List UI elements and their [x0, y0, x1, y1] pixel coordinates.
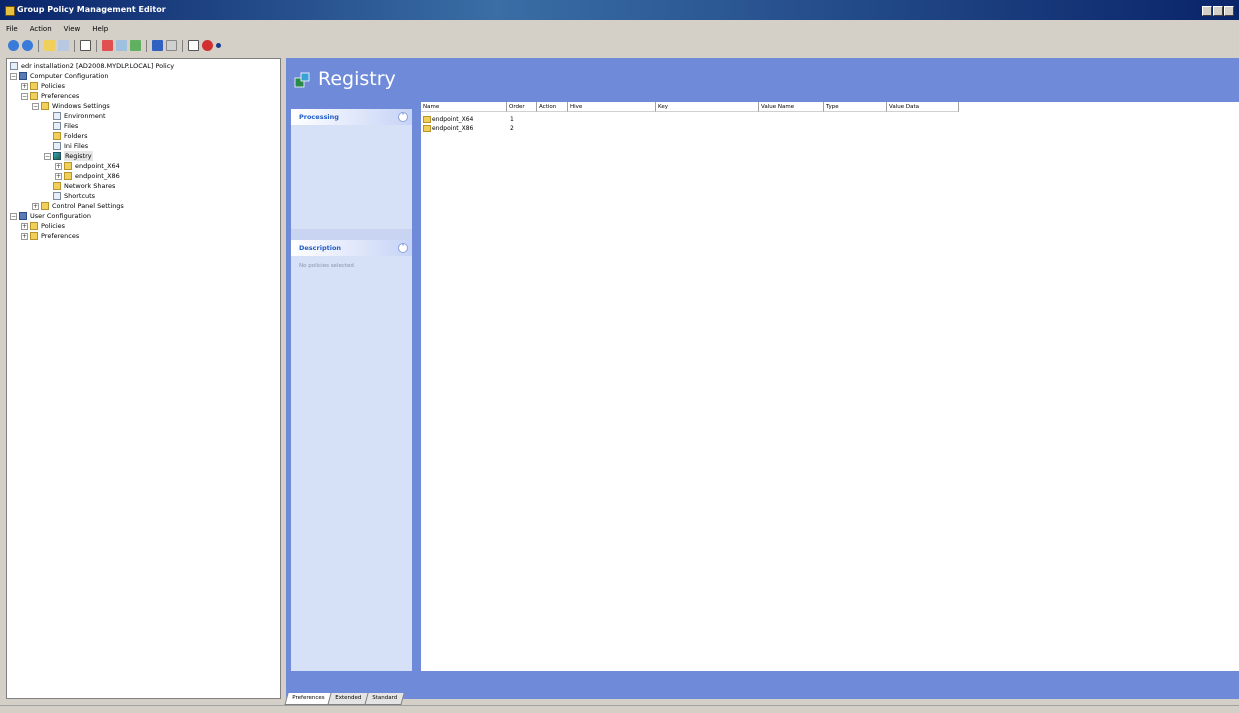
minimize-button[interactable] — [1202, 6, 1212, 16]
refresh-icon[interactable] — [130, 40, 141, 51]
column-header-value-data[interactable]: Value Data — [887, 102, 959, 112]
ini-file-icon — [53, 142, 61, 150]
expand-icon[interactable]: + — [21, 233, 28, 240]
chevron-up-icon[interactable]: ˄ — [398, 112, 408, 122]
registry-icon — [53, 152, 61, 160]
column-header-name[interactable]: Name — [421, 102, 507, 112]
tab-preferences[interactable]: Preferences — [284, 693, 332, 705]
console-tree[interactable]: edr installation2 [AD2008.MYDLP.LOCAL] P… — [6, 58, 281, 699]
toolbar-separator — [146, 39, 147, 52]
view-tabs: Preferences Extended Standard — [284, 693, 406, 705]
expand-icon[interactable]: + — [55, 173, 62, 180]
collapse-icon[interactable]: − — [21, 93, 28, 100]
stop-icon[interactable] — [202, 40, 213, 51]
app-icon — [5, 6, 15, 16]
folder-icon — [41, 102, 49, 110]
column-header-hive[interactable]: Hive — [568, 102, 656, 112]
toolbar — [0, 37, 1239, 54]
up-folder-icon[interactable] — [44, 40, 55, 51]
task-pane: Processing ˄ Description ˄ No policies s… — [291, 109, 412, 671]
environment-icon — [53, 112, 61, 120]
help-icon[interactable] — [152, 40, 163, 51]
window-title: Group Policy Management Editor — [17, 5, 166, 14]
add-icon[interactable] — [216, 43, 221, 48]
expand-icon[interactable]: + — [21, 83, 28, 90]
back-icon[interactable] — [8, 40, 19, 51]
processing-body — [291, 125, 412, 229]
column-header-order[interactable]: Order — [507, 102, 537, 112]
folder-icon — [30, 92, 38, 100]
description-section: Description ˄ No policies selected — [291, 240, 412, 671]
show-hide-tree-icon[interactable] — [58, 40, 69, 51]
folder-icon — [64, 162, 72, 170]
processing-section: Processing ˄ — [291, 109, 412, 229]
expand-icon[interactable]: + — [55, 163, 62, 170]
column-header-action[interactable]: Action — [537, 102, 568, 112]
details-pane: Registry Processing ˄ Description ˄ No p… — [286, 58, 1239, 699]
document-icon[interactable] — [188, 40, 199, 51]
expand-icon[interactable]: + — [32, 203, 39, 210]
description-title: Description — [299, 244, 342, 252]
properties-icon[interactable] — [116, 40, 127, 51]
files-icon — [53, 122, 61, 130]
folders-icon — [53, 132, 61, 140]
processing-title: Processing — [299, 113, 339, 121]
column-header-type[interactable]: Type — [824, 102, 887, 112]
collapse-icon[interactable]: − — [44, 153, 51, 160]
folder-icon — [41, 202, 49, 210]
list-item[interactable]: endpoint_X64 1 — [421, 115, 961, 124]
folder-icon — [30, 232, 38, 240]
close-button[interactable] — [1224, 6, 1234, 16]
folder-icon — [423, 116, 431, 123]
description-body: No policies selected — [291, 256, 412, 671]
forward-icon[interactable] — [22, 40, 33, 51]
view-icon[interactable] — [166, 40, 177, 51]
toolbar-separator — [38, 39, 39, 52]
maximize-button[interactable] — [1213, 6, 1223, 16]
column-header-key[interactable]: Key — [656, 102, 759, 112]
new-item-icon[interactable] — [80, 40, 91, 51]
collapse-icon[interactable]: − — [10, 213, 17, 220]
folder-icon — [30, 82, 38, 90]
toolbar-separator — [74, 39, 75, 52]
expand-icon[interactable]: + — [21, 223, 28, 230]
list-header: Name Order Action Hive Key Value Name Ty… — [421, 102, 961, 113]
network-share-icon — [53, 182, 61, 190]
user-icon — [19, 212, 27, 220]
collapse-icon[interactable]: − — [10, 73, 17, 80]
window-controls — [1202, 6, 1234, 16]
description-text: No policies selected — [299, 263, 354, 269]
menu-action[interactable]: Action — [24, 25, 58, 33]
processing-header[interactable]: Processing ˄ — [291, 109, 412, 125]
description-header[interactable]: Description ˄ — [291, 240, 412, 256]
registry-icon — [294, 72, 310, 88]
menu-file[interactable]: File — [0, 25, 24, 33]
tab-extended[interactable]: Extended — [327, 693, 370, 705]
toolbar-separator — [96, 39, 97, 52]
menu-help[interactable]: Help — [86, 25, 114, 33]
folder-icon — [423, 125, 431, 132]
page-title: Registry — [318, 68, 396, 90]
folder-icon — [30, 222, 38, 230]
computer-icon — [19, 72, 27, 80]
toolbar-separator — [182, 39, 183, 52]
policy-icon — [10, 62, 18, 70]
tab-standard[interactable]: Standard — [364, 693, 406, 705]
delete-icon[interactable] — [102, 40, 113, 51]
folder-icon — [64, 172, 72, 180]
title-bar: Group Policy Management Editor — [0, 0, 1239, 20]
column-header-value-name[interactable]: Value Name — [759, 102, 824, 112]
chevron-up-icon[interactable]: ˄ — [398, 243, 408, 253]
menu-view[interactable]: View — [58, 25, 87, 33]
collapse-icon[interactable]: − — [32, 103, 39, 110]
list-item[interactable]: endpoint_X86 2 — [421, 124, 961, 133]
registry-list[interactable]: Name Order Action Hive Key Value Name Ty… — [421, 102, 1239, 671]
menu-bar: File Action View Help — [0, 22, 1239, 36]
shortcut-icon — [53, 192, 61, 200]
